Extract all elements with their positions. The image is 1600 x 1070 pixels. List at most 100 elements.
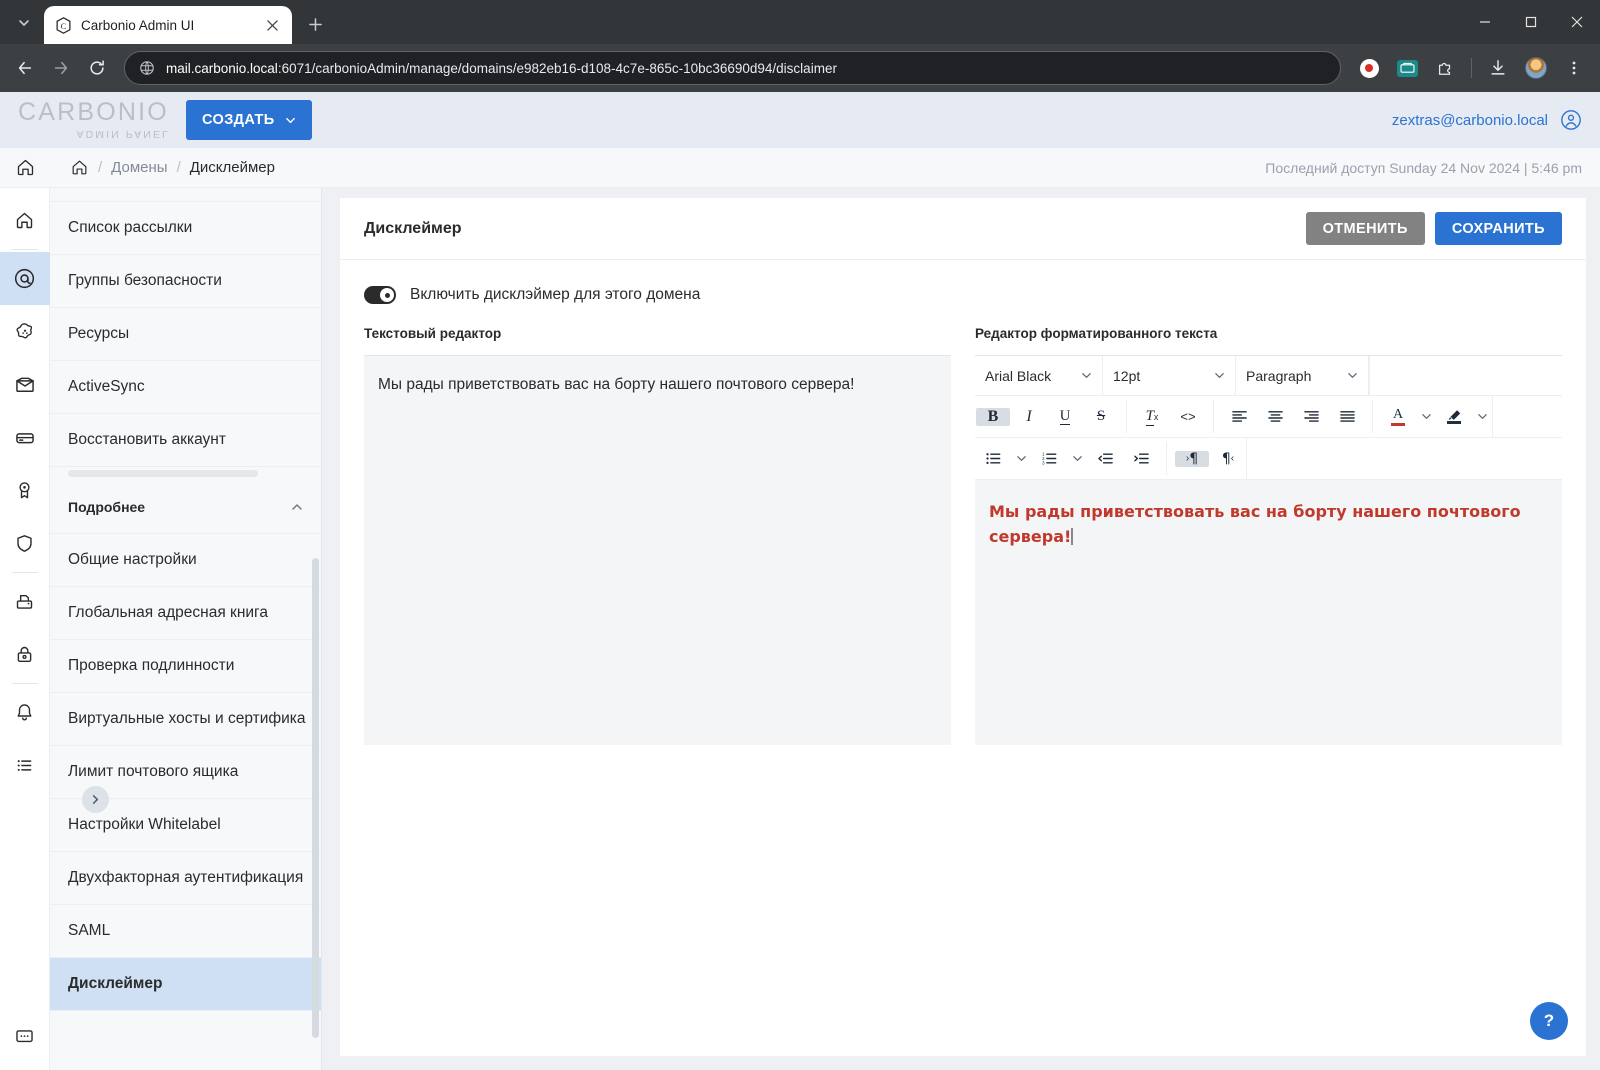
align-justify-button[interactable] [1330,409,1364,424]
address-bar[interactable]: mail.carbonio.local:6071/carbonioAdmin/m… [124,51,1341,85]
nav-collapse-handle[interactable] [82,786,109,813]
nav-item-saml[interactable]: SAML [50,905,321,958]
highlight-color-chevron-down-icon[interactable] [1472,411,1492,422]
strikethrough-button[interactable]: S [1084,408,1118,425]
numbered-list-chevron-down-icon[interactable] [1067,453,1087,464]
source-code-button[interactable]: <> [1171,409,1205,424]
enable-disclaimer-toggle[interactable] [364,286,396,304]
breadcrumb-item-domains[interactable]: Домены [111,159,167,176]
logo-brand: CARBONIO [18,98,169,126]
save-button[interactable]: СОХРАНИТЬ [1434,212,1562,245]
text-color-button[interactable]: A [1381,407,1415,426]
user-account-icon[interactable] [1560,109,1582,131]
close-icon[interactable] [262,15,282,35]
clear-formatting-button[interactable]: Tx [1135,408,1169,426]
bullet-list-chevron-down-icon[interactable] [1011,453,1031,464]
toolbar-row-filler [1369,356,1562,395]
disclaimer-card: Дисклеймер ОТМЕНИТЬ СОХРАНИТЬ Включить д… [340,198,1586,1056]
align-left-button[interactable] [1222,409,1256,424]
numbered-list-button[interactable]: 123 [1032,451,1066,466]
rail-item-domains[interactable] [0,252,50,305]
ltr-direction-button[interactable]: › ¶ [1175,450,1209,467]
puzzle-icon[interactable] [1430,53,1460,83]
back-icon[interactable] [8,51,42,85]
bold-button[interactable]: B [976,407,1010,426]
breadcrumb-home-icon[interactable] [70,158,89,177]
bullet-list-button[interactable] [976,451,1010,466]
rtl-direction-button[interactable]: ¶ ‹ [1211,451,1245,467]
main-content: Дисклеймер ОТМЕНИТЬ СОХРАНИТЬ Включить д… [322,188,1600,1070]
rail-home-icon[interactable] [0,157,50,178]
rail-item-printer[interactable] [0,575,50,628]
nav-item-global-address-book[interactable]: Глобальная адресная книга [50,587,321,640]
minimize-icon[interactable] [1462,0,1508,44]
rich-text-editor: Arial Black 12pt Paragraph B I U S T x <… [975,355,1562,745]
tab-title: Carbonio Admin UI [81,17,195,33]
plain-text-editor[interactable]: Мы рады приветствовать вас на борту наше… [364,355,951,745]
rail-item-mail[interactable] [0,358,50,411]
rail-item-list[interactable] [0,739,50,792]
reload-icon[interactable] [80,51,114,85]
extension-icon[interactable] [1392,53,1422,83]
browser-tab[interactable]: C Carbonio Admin UI [44,6,292,44]
download-icon[interactable] [1483,53,1513,83]
rail-item-lock[interactable] [0,628,50,681]
highlight-color-button[interactable] [1437,409,1471,424]
nav-item-authentication[interactable]: Проверка подлинности [50,640,321,693]
rail-divider-2 [11,572,38,573]
indent-button[interactable] [1124,451,1158,466]
nav-section-more[interactable]: Подробнее [50,481,321,534]
nav-item-general-settings[interactable]: Общие настройки [50,534,321,587]
create-button-label: СОЗДАТЬ [202,112,275,128]
text-style-group: B I U S [975,396,1119,437]
window-close-icon[interactable] [1554,0,1600,44]
profile-avatar[interactable] [1521,53,1551,83]
align-center-button[interactable] [1258,409,1292,424]
color-group: A [1380,396,1492,437]
nav-item-virtual-hosts[interactable]: Виртуальные хосты и сертифика [50,693,321,746]
nav-loading-bar [50,467,321,481]
user-email[interactable]: zextras@carbonio.local [1392,112,1548,129]
tab-search-button[interactable] [6,6,42,40]
underline-button[interactable]: U [1048,408,1082,426]
align-right-button[interactable] [1294,409,1328,424]
chevron-down-icon [1214,370,1225,381]
alignment-group [1221,396,1365,437]
rail-item-home[interactable] [0,194,50,247]
block-format-select[interactable]: Paragraph [1236,356,1369,395]
italic-button[interactable]: I [1012,408,1046,426]
nav-item-mailing-list[interactable]: Список рассылки [50,202,321,255]
new-tab-button[interactable] [298,7,332,41]
rich-editor-label: Редактор форматированного текста [975,326,1218,341]
nav-item-restore-account[interactable]: Восстановить аккаунт [50,414,321,467]
font-size-select[interactable]: 12pt [1103,356,1236,395]
enable-disclaimer-row: Включить дисклэймер для этого домена [340,260,1586,304]
text-color-chevron-down-icon[interactable] [1416,411,1436,422]
rail-item-notifications[interactable] [0,686,50,739]
rail-item-chat[interactable] [0,1017,50,1070]
nav-item-resources[interactable]: Ресурсы [50,308,321,361]
rail-item-shield[interactable] [0,517,50,570]
rail-item-award[interactable] [0,464,50,517]
browser-window: C Carbonio Admin UI mail.carbonio.local:… [0,0,1600,1070]
nav-item-two-factor-auth[interactable]: Двухфакторная аутентификация [50,852,321,905]
help-button[interactable]: ? [1530,1002,1568,1040]
cancel-button[interactable]: ОТМЕНИТЬ [1305,212,1425,245]
rich-text-content-area[interactable]: Мы рады приветствовать вас на борту наше… [975,480,1562,745]
maximize-icon[interactable] [1508,0,1554,44]
font-family-select[interactable]: Arial Black [975,356,1103,395]
nav-item-security-groups[interactable]: Группы безопасности [50,255,321,308]
plain-editor-column: Текстовый редактор Мы рады приветствоват… [364,326,951,1056]
nav-scrollbar[interactable] [312,558,319,1038]
rail-item-settings[interactable] [0,305,50,358]
browser-menu-icon[interactable] [1559,53,1589,83]
nav-item-activesync[interactable]: ActiveSync [50,361,321,414]
nav-item-disclaimer[interactable]: Дисклеймер [50,958,321,1011]
domain-nav-panel: Список рассылки Группы безопасности Ресу… [50,188,322,1070]
forward-icon[interactable] [44,51,78,85]
record-icon[interactable] [1354,53,1384,83]
rail-item-drive[interactable] [0,411,50,464]
create-button[interactable]: СОЗДАТЬ [186,100,312,140]
outdent-button[interactable] [1088,451,1122,466]
url-host: mail.carbonio.local [166,60,278,76]
